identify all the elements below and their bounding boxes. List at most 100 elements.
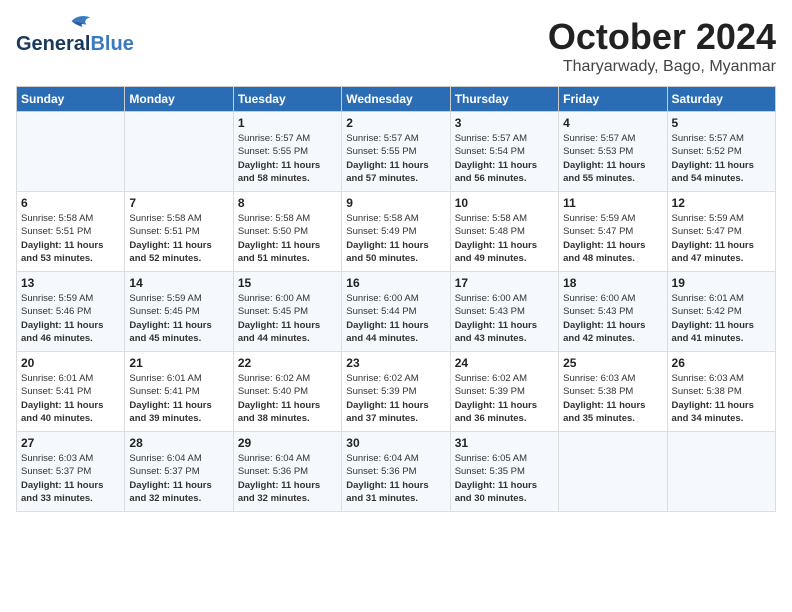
calendar-week-row: 1 Sunrise: 5:57 AMSunset: 5:55 PMDaylight… [17,112,776,192]
day-number: 7 [129,196,228,210]
day-info: Sunrise: 6:01 AMSunset: 5:41 PMDaylight:… [21,372,120,425]
calendar-cell [667,432,775,512]
day-number: 21 [129,356,228,370]
logo-blue: Blue [90,33,133,56]
day-number: 13 [21,276,120,290]
day-info: Sunrise: 5:57 AMSunset: 5:53 PMDaylight:… [563,132,662,185]
day-number: 19 [672,276,771,290]
calendar-cell: 2Sunrise: 5:57 AMSunset: 5:55 PMDaylight… [342,112,450,192]
day-info: Sunrise: 5:58 AMSunset: 5:48 PMDaylight:… [455,212,554,265]
day-info: Sunrise: 6:00 AMSunset: 5:43 PMDaylight:… [563,292,662,345]
day-info: Sunrise: 5:58 AMSunset: 5:50 PMDaylight:… [238,212,337,265]
calendar-cell: 26 Sunrise: 6:03 AMSunset: 5:38 PMDayligh… [667,352,775,432]
day-number: 14 [129,276,228,290]
header-tuesday: Tuesday [233,87,341,112]
day-number: 28 [129,436,228,450]
calendar-cell: 22Sunrise: 6:02 AMSunset: 5:40 PMDayligh… [233,352,341,432]
day-info: Sunrise: 6:03 AMSunset: 5:37 PMDaylight:… [21,452,120,505]
day-number: 8 [238,196,337,210]
day-info: Sunrise: 6:00 AMSunset: 5:44 PMDaylight:… [346,292,445,345]
logo-general: General [16,33,90,56]
calendar-cell: 15 Sunrise: 6:00 AMSunset: 5:45 PMDayligh… [233,272,341,352]
day-info: Sunrise: 5:58 AMSunset: 5:51 PMDaylight:… [21,212,120,265]
calendar-cell: 6 Sunrise: 5:58 AMSunset: 5:51 PMDaylight… [17,192,125,272]
day-info: Sunrise: 6:04 AMSunset: 5:36 PMDaylight:… [238,452,337,505]
day-number: 23 [346,356,445,370]
day-number: 22 [238,356,337,370]
day-number: 5 [672,116,771,130]
day-number: 25 [563,356,662,370]
day-info: Sunrise: 6:04 AMSunset: 5:37 PMDaylight:… [129,452,228,505]
day-number: 27 [21,436,120,450]
day-number: 20 [21,356,120,370]
day-number: 9 [346,196,445,210]
header-wednesday: Wednesday [342,87,450,112]
calendar-cell: 21 Sunrise: 6:01 AMSunset: 5:41 PMDayligh… [125,352,233,432]
day-info: Sunrise: 6:01 AMSunset: 5:42 PMDaylight:… [672,292,771,345]
day-info: Sunrise: 5:57 AMSunset: 5:55 PMDaylight:… [238,132,337,185]
calendar-cell: 31 Sunrise: 6:05 AMSunset: 5:35 PMDayligh… [450,432,558,512]
day-number: 30 [346,436,445,450]
day-number: 11 [563,196,662,210]
day-info: Sunrise: 5:57 AMSunset: 5:54 PMDaylight:… [455,132,554,185]
day-number: 29 [238,436,337,450]
header-monday: Monday [125,87,233,112]
day-number: 26 [672,356,771,370]
day-info: Sunrise: 6:01 AMSunset: 5:41 PMDaylight:… [129,372,228,425]
month-year-title: October 2024 [548,16,776,58]
calendar-cell: 13 Sunrise: 5:59 AMSunset: 5:46 PMDayligh… [17,272,125,352]
location-subtitle: Tharyarwady, Bago, Myanmar [548,58,776,76]
calendar-cell: 30 Sunrise: 6:04 AMSunset: 5:36 PMDayligh… [342,432,450,512]
calendar-cell: 17 Sunrise: 6:00 AMSunset: 5:43 PMDayligh… [450,272,558,352]
calendar-cell: 23Sunrise: 6:02 AMSunset: 5:39 PMDayligh… [342,352,450,432]
header-friday: Friday [559,87,667,112]
day-number: 24 [455,356,554,370]
calendar-cell: 25 Sunrise: 6:03 AMSunset: 5:38 PMDayligh… [559,352,667,432]
header-sunday: Sunday [17,87,125,112]
day-number: 15 [238,276,337,290]
day-number: 6 [21,196,120,210]
header-thursday: Thursday [450,87,558,112]
calendar-cell: 3Sunrise: 5:57 AMSunset: 5:54 PMDaylight… [450,112,558,192]
day-info: Sunrise: 6:00 AMSunset: 5:45 PMDaylight:… [238,292,337,345]
calendar-cell: 14 Sunrise: 5:59 AMSunset: 5:45 PMDayligh… [125,272,233,352]
calendar-cell: 1 Sunrise: 5:57 AMSunset: 5:55 PMDaylight… [233,112,341,192]
calendar-cell: 19 Sunrise: 6:01 AMSunset: 5:42 PMDayligh… [667,272,775,352]
page-header: General Blue October 2024 Tharyarwady, B… [16,16,776,76]
day-info: Sunrise: 5:59 AMSunset: 5:46 PMDaylight:… [21,292,120,345]
day-info: Sunrise: 5:59 AMSunset: 5:47 PMDaylight:… [563,212,662,265]
day-number: 18 [563,276,662,290]
calendar-cell: 24Sunrise: 6:02 AMSunset: 5:39 PMDayligh… [450,352,558,432]
calendar-cell: 9 Sunrise: 5:58 AMSunset: 5:49 PMDaylight… [342,192,450,272]
logo: General Blue [16,16,134,56]
calendar-cell: 29 Sunrise: 6:04 AMSunset: 5:36 PMDayligh… [233,432,341,512]
calendar-cell: 10 Sunrise: 5:58 AMSunset: 5:48 PMDayligh… [450,192,558,272]
day-number: 16 [346,276,445,290]
day-info: Sunrise: 6:03 AMSunset: 5:38 PMDaylight:… [672,372,771,425]
calendar-cell: 4Sunrise: 5:57 AMSunset: 5:53 PMDaylight… [559,112,667,192]
day-info: Sunrise: 5:59 AMSunset: 5:45 PMDaylight:… [129,292,228,345]
day-number: 17 [455,276,554,290]
day-info: Sunrise: 5:58 AMSunset: 5:49 PMDaylight:… [346,212,445,265]
day-info: Sunrise: 6:04 AMSunset: 5:36 PMDaylight:… [346,452,445,505]
day-info: Sunrise: 5:59 AMSunset: 5:47 PMDaylight:… [672,212,771,265]
day-info: Sunrise: 6:05 AMSunset: 5:35 PMDaylight:… [455,452,554,505]
day-number: 10 [455,196,554,210]
calendar-header-row: SundayMondayTuesdayWednesdayThursdayFrid… [17,87,776,112]
day-info: Sunrise: 6:00 AMSunset: 5:43 PMDaylight:… [455,292,554,345]
calendar-cell [17,112,125,192]
calendar-cell [125,112,233,192]
day-info: Sunrise: 6:03 AMSunset: 5:38 PMDaylight:… [563,372,662,425]
day-number: 31 [455,436,554,450]
logo-bird-icon [64,11,94,31]
calendar-cell: 28 Sunrise: 6:04 AMSunset: 5:37 PMDayligh… [125,432,233,512]
calendar-cell: 5Sunrise: 5:57 AMSunset: 5:52 PMDaylight… [667,112,775,192]
calendar-week-row: 13 Sunrise: 5:59 AMSunset: 5:46 PMDayligh… [17,272,776,352]
day-number: 1 [238,116,337,130]
calendar-cell: 12 Sunrise: 5:59 AMSunset: 5:47 PMDayligh… [667,192,775,272]
day-number: 2 [346,116,445,130]
day-number: 12 [672,196,771,210]
calendar-week-row: 20 Sunrise: 6:01 AMSunset: 5:41 PMDayligh… [17,352,776,432]
calendar-cell: 11 Sunrise: 5:59 AMSunset: 5:47 PMDayligh… [559,192,667,272]
calendar-week-row: 27 Sunrise: 6:03 AMSunset: 5:37 PMDayligh… [17,432,776,512]
